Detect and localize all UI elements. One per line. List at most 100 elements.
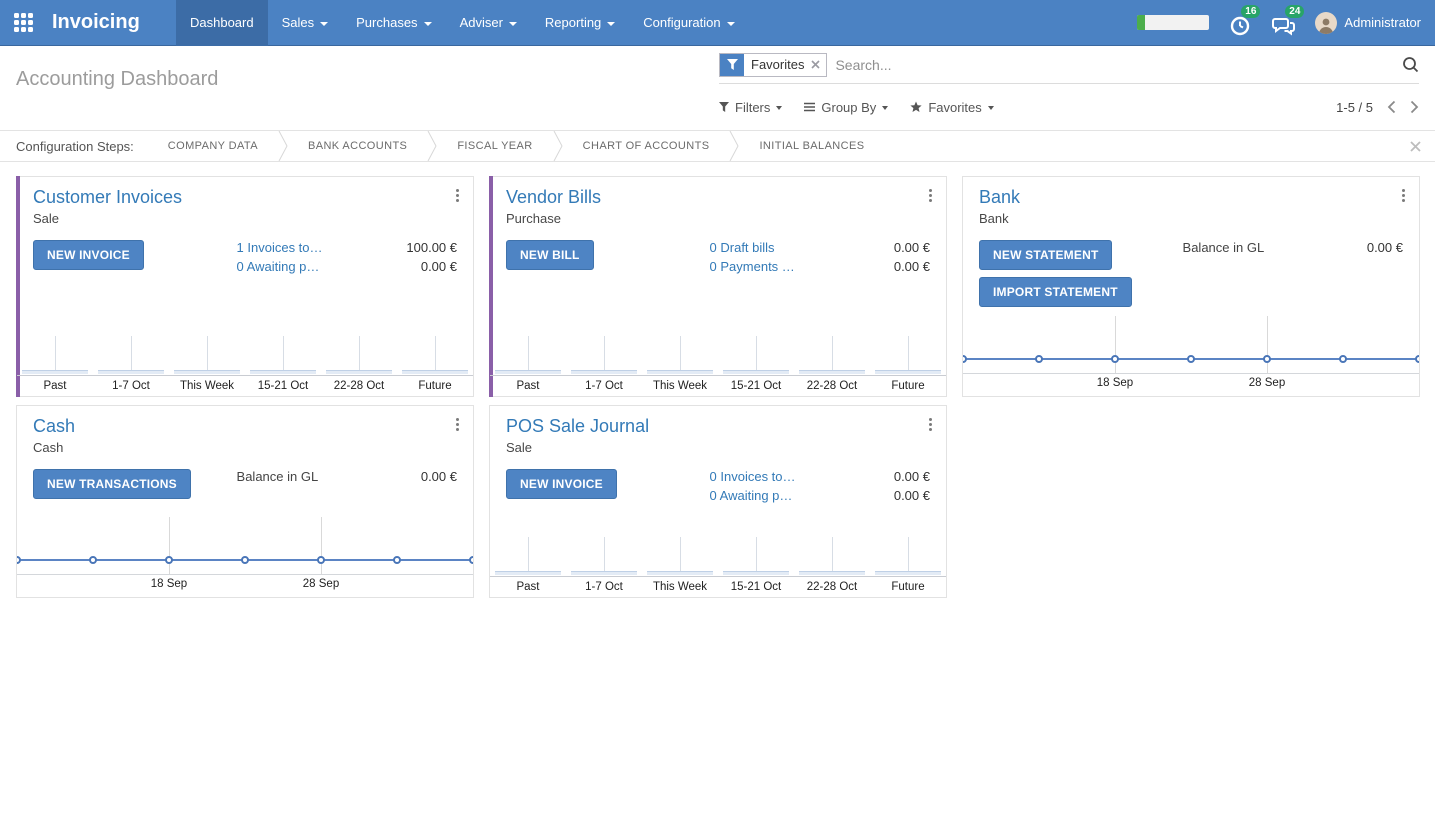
data-point <box>17 556 21 564</box>
bar <box>799 370 864 374</box>
card-title[interactable]: Bank <box>979 187 1405 208</box>
group-by-button[interactable]: Group By <box>804 100 888 115</box>
info-row: Balance in GL 0.00 € <box>1183 240 1403 255</box>
card-subtitle: Bank <box>979 211 1405 226</box>
bar <box>495 571 560 575</box>
amount: 100.00 € <box>406 240 457 255</box>
draft-bills-link[interactable]: 0 Draft bills <box>710 240 775 255</box>
main-menu: Dashboard Sales Purchases Adviser Report… <box>176 0 749 46</box>
data-point <box>1415 355 1419 363</box>
search-bar: Favorites <box>719 46 1419 84</box>
info-row: 1 Invoices to… 100.00 € <box>237 240 457 255</box>
next-icon[interactable] <box>1410 100 1419 114</box>
subscription-progress-bar[interactable] <box>1137 15 1209 30</box>
new-bill-button[interactable]: NEW BILL <box>506 240 594 270</box>
facet-remove-icon[interactable] <box>811 54 826 76</box>
card-subtitle: Sale <box>33 211 459 226</box>
bar <box>98 370 163 374</box>
menu-dashboard[interactable]: Dashboard <box>176 0 268 46</box>
card-title[interactable]: POS Sale Journal <box>506 416 932 437</box>
new-invoice-button[interactable]: NEW INVOICE <box>33 240 144 270</box>
user-menu[interactable]: Administrator <box>1315 12 1421 34</box>
filters-button[interactable]: Filters <box>719 100 782 115</box>
kebab-menu-icon[interactable] <box>1400 187 1407 204</box>
step-company-data[interactable]: COMPANY DATA <box>160 140 266 152</box>
card-bank: Bank Bank NEW STATEMENT IMPORT STATEMENT… <box>962 176 1420 397</box>
star-icon <box>910 101 922 113</box>
kebab-menu-icon[interactable] <box>927 416 934 433</box>
card-title[interactable]: Cash <box>33 416 459 437</box>
chevron-separator-icon <box>427 130 437 162</box>
awaiting-payments-link[interactable]: 0 Awaiting p… <box>237 259 320 274</box>
amount: 0.00 € <box>421 259 457 274</box>
view-controls: Filters Group By Favorites 1-5 / 5 <box>719 84 1419 130</box>
user-name: Administrator <box>1344 15 1421 30</box>
caret-down-icon <box>988 106 994 110</box>
step-initial-balances[interactable]: INITIAL BALANCES <box>751 140 872 152</box>
gridline <box>321 517 322 574</box>
invoices-to-validate-link[interactable]: 0 Invoices to… <box>710 469 796 484</box>
messages-icon[interactable]: 24 <box>1271 10 1297 36</box>
amount: 0.00 € <box>894 469 930 484</box>
kebab-menu-icon[interactable] <box>454 187 461 204</box>
awaiting-payments-link[interactable]: 0 Awaiting p… <box>710 488 793 503</box>
cash-balance-line-chart: 18 Sep 28 Sep <box>17 517 473 597</box>
control-panel: Accounting Dashboard Favorites <box>0 46 1435 130</box>
card-vendor-bills: Vendor Bills Purchase NEW BILL 0 Draft b… <box>489 176 947 397</box>
bar <box>723 571 788 575</box>
journal-bar-chart: Past1-7 Oct This Week15-21 Oct 22-28 Oct… <box>490 527 946 597</box>
import-statement-button[interactable]: IMPORT STATEMENT <box>979 277 1132 307</box>
card-title[interactable]: Vendor Bills <box>506 187 932 208</box>
menu-adviser[interactable]: Adviser <box>446 0 531 46</box>
kebab-menu-icon[interactable] <box>927 187 934 204</box>
menu-purchases[interactable]: Purchases <box>342 0 445 46</box>
bar <box>402 370 467 374</box>
card-title[interactable]: Customer Invoices <box>33 187 459 208</box>
bar <box>174 370 239 374</box>
activity-clock-icon[interactable]: 16 <box>1227 10 1253 36</box>
caret-down-icon <box>776 106 782 110</box>
bar <box>495 370 560 374</box>
new-statement-button[interactable]: NEW STATEMENT <box>979 240 1112 270</box>
payments-link[interactable]: 0 Payments … <box>710 259 795 274</box>
card-subtitle: Purchase <box>506 211 932 226</box>
bar <box>22 370 87 374</box>
apps-grid-icon[interactable] <box>0 0 46 46</box>
menu-configuration[interactable]: Configuration <box>629 0 748 46</box>
step-fiscal-year[interactable]: FISCAL YEAR <box>449 140 540 152</box>
favorites-button[interactable]: Favorites <box>910 100 993 115</box>
new-transactions-button[interactable]: NEW TRANSACTIONS <box>33 469 191 499</box>
page-title: Accounting Dashboard <box>16 68 703 91</box>
info-row: 0 Awaiting p… 0.00 € <box>710 488 930 503</box>
bar <box>571 370 636 374</box>
chevron-separator-icon <box>729 130 739 162</box>
bar <box>647 571 712 575</box>
search-input[interactable] <box>835 57 1391 73</box>
journal-bar-chart: Past1-7 Oct This Week15-21 Oct 22-28 Oct… <box>490 326 946 396</box>
caret-down-icon <box>320 22 328 26</box>
journal-bar-chart: Past1-7 Oct This Week15-21 Oct 22-28 Oct… <box>17 326 473 396</box>
kebab-menu-icon[interactable] <box>454 416 461 433</box>
info-row: 0 Draft bills 0.00 € <box>710 240 930 255</box>
app-brand[interactable]: Invoicing <box>46 11 176 34</box>
step-bank-accounts[interactable]: BANK ACCOUNTS <box>300 140 415 152</box>
menu-reporting[interactable]: Reporting <box>531 0 629 46</box>
data-point <box>317 556 325 564</box>
data-point <box>393 556 401 564</box>
menu-sales[interactable]: Sales <box>268 0 343 46</box>
prev-icon[interactable] <box>1387 100 1396 114</box>
invoices-to-validate-link[interactable]: 1 Invoices to… <box>237 240 323 255</box>
bank-balance-line-chart: 18 Sep 28 Sep <box>963 316 1419 396</box>
search-icon[interactable] <box>1391 56 1419 73</box>
pager: 1-5 / 5 <box>1336 100 1419 115</box>
close-icon[interactable] <box>1396 141 1435 152</box>
caret-down-icon <box>727 22 735 26</box>
card-cash: Cash Cash NEW TRANSACTIONS Balance in GL… <box>16 405 474 598</box>
x-axis-labels: Past1-7 Oct This Week15-21 Oct 22-28 Oct… <box>490 577 946 597</box>
step-chart-of-accounts[interactable]: CHART OF ACCOUNTS <box>575 140 718 152</box>
new-invoice-button[interactable]: NEW INVOICE <box>506 469 617 499</box>
caret-down-icon <box>509 22 517 26</box>
data-point <box>241 556 249 564</box>
search-facet-favorites[interactable]: Favorites <box>719 53 827 77</box>
data-point <box>1263 355 1271 363</box>
